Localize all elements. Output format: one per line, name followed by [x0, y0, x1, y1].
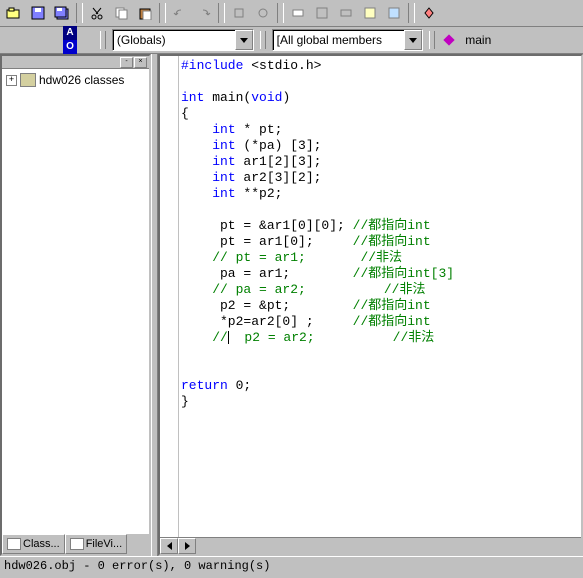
tool-icon[interactable] — [383, 3, 405, 23]
scope-combo[interactable]: (Globals) — [112, 29, 254, 51]
workspace-tabs: Class... FileVi... — [2, 533, 149, 554]
tool-icon[interactable] — [359, 3, 381, 23]
undo-icon[interactable] — [169, 3, 191, 23]
code-area[interactable]: #include <stdio.h> int main(void) { int … — [179, 56, 581, 537]
tab-icon — [7, 538, 21, 550]
tab-fileview[interactable]: FileVi... — [65, 534, 127, 554]
tool-icon[interactable] — [228, 3, 250, 23]
main-area: - × + hdw026 classes Class... FileVi... … — [0, 54, 583, 556]
dropdown-icon[interactable] — [235, 30, 253, 50]
separator — [218, 3, 225, 23]
scroll-left-icon[interactable] — [160, 538, 178, 554]
members-combo-text: [All global members — [273, 33, 405, 47]
members-combo[interactable]: [All global members — [272, 29, 424, 51]
function-combo[interactable]: main — [461, 30, 581, 50]
class-tree[interactable]: + hdw026 classes — [2, 69, 149, 554]
main-toolbar — [0, 0, 583, 27]
horizontal-scrollbar[interactable] — [160, 537, 581, 554]
open-icon[interactable] — [3, 3, 25, 23]
grip — [260, 31, 266, 49]
gutter — [160, 56, 179, 537]
context-toolbar: AO (Globals) [All global members main — [0, 27, 583, 54]
tree-item-label: hdw026 classes — [39, 73, 124, 87]
tree-root-item[interactable]: + hdw026 classes — [6, 73, 145, 87]
tab-icon — [70, 538, 84, 550]
badge-a[interactable]: A — [63, 26, 77, 40]
tool-icon[interactable] — [287, 3, 309, 23]
close-icon[interactable]: × — [134, 57, 147, 68]
dropdown-icon[interactable] — [404, 30, 422, 50]
tool-icon[interactable] — [252, 3, 274, 23]
tab-label: FileVi... — [86, 538, 122, 550]
grip — [100, 31, 106, 49]
tab-label: Class... — [23, 538, 60, 550]
pane-sys-icon[interactable]: - — [120, 57, 133, 68]
scroll-right-icon[interactable] — [178, 538, 196, 554]
tab-classview[interactable]: Class... — [2, 534, 65, 554]
pane-titlebar: - × — [2, 56, 149, 69]
editor-pane: #include <stdio.h> int main(void) { int … — [158, 54, 583, 556]
separator — [408, 3, 415, 23]
expand-icon[interactable]: + — [6, 75, 17, 86]
save-icon[interactable] — [27, 3, 49, 23]
function-icon — [444, 34, 455, 45]
workspace-pane: - × + hdw026 classes Class... FileVi... — [0, 54, 151, 556]
editor[interactable]: #include <stdio.h> int main(void) { int … — [160, 56, 581, 537]
function-combo-text: main — [461, 33, 581, 47]
tool-icon[interactable] — [311, 3, 333, 23]
scope-combo-text: (Globals) — [113, 33, 235, 47]
grip — [429, 31, 435, 49]
status-bar: hdw026.obj - 0 error(s), 0 warning(s) — [0, 556, 583, 578]
splitter[interactable] — [151, 54, 158, 556]
redo-icon[interactable] — [193, 3, 215, 23]
tool-icon[interactable] — [418, 3, 440, 23]
tool-icon[interactable] — [335, 3, 357, 23]
separator — [277, 3, 284, 23]
badge-o[interactable]: O — [63, 40, 77, 54]
separator — [159, 3, 166, 23]
build-status-text: hdw026.obj - 0 error(s), 0 warning(s) — [4, 559, 270, 573]
save-all-icon[interactable] — [51, 3, 73, 23]
separator — [76, 3, 83, 23]
cut-icon[interactable] — [86, 3, 108, 23]
copy-icon[interactable] — [110, 3, 132, 23]
paste-icon[interactable] — [134, 3, 156, 23]
project-icon — [20, 73, 36, 87]
badge-group: AO — [62, 26, 94, 54]
